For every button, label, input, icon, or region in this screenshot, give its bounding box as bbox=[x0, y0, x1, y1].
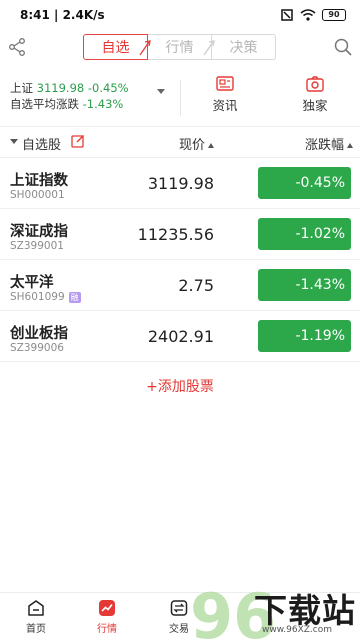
collapse-caret-icon[interactable] bbox=[10, 139, 18, 144]
stock-code: SZ399006 bbox=[10, 342, 64, 354]
exclusive-button[interactable]: 独家 bbox=[285, 76, 345, 114]
stock-change-badge[interactable]: -1.19% bbox=[258, 320, 351, 352]
index-change: -0.45% bbox=[87, 81, 129, 95]
tab-decision-label: 决策 bbox=[229, 40, 258, 56]
share-icon[interactable] bbox=[7, 37, 27, 57]
news-button[interactable]: 资讯 bbox=[195, 76, 255, 114]
tab-market[interactable]: 行情 bbox=[148, 34, 215, 60]
status-icons: 90 bbox=[280, 8, 346, 22]
top-header: 自选 行情 决策 bbox=[0, 32, 360, 62]
sort-icon bbox=[208, 143, 215, 148]
status-time-speed: 8:41 | 2.4K/s bbox=[20, 8, 105, 22]
stock-row[interactable]: 太平洋 SH601099 融 2.75 -1.43% bbox=[0, 260, 360, 311]
alarm-icon bbox=[281, 9, 293, 21]
stock-price: 2.75 bbox=[178, 276, 214, 295]
average-change-line: 自选平均涨跌 -1.43% bbox=[10, 96, 123, 112]
index-value: 3119.98 bbox=[36, 81, 85, 95]
stock-code-with-badge: SH601099 融 bbox=[10, 291, 81, 303]
watchlist-group-label[interactable]: 自选股 bbox=[22, 134, 61, 153]
search-icon[interactable] bbox=[333, 37, 353, 57]
watermark-url: www.96XZ.com bbox=[262, 625, 332, 635]
wifi-icon bbox=[300, 9, 316, 21]
stock-change-badge[interactable]: -1.02% bbox=[258, 218, 351, 250]
stock-code: SH601099 bbox=[10, 291, 65, 303]
news-icon bbox=[216, 76, 234, 91]
index-summary: 上证 3119.98 -0.45% 自选平均涨跌 -1.43% 资讯 独家 bbox=[0, 72, 360, 124]
nav-home-label: 首页 bbox=[26, 624, 46, 635]
stock-change-badge[interactable]: -1.43% bbox=[258, 269, 351, 301]
tab-watchlist-label: 自选 bbox=[101, 40, 130, 56]
stock-row[interactable]: 创业板指 SZ399006 2402.91 -1.19% bbox=[0, 311, 360, 362]
margin-trading-badge: 融 bbox=[68, 291, 81, 303]
stock-name: 上证指数 bbox=[10, 173, 68, 189]
exclusive-label: 独家 bbox=[302, 98, 328, 113]
change-column-header[interactable]: 涨跌幅 bbox=[305, 134, 354, 153]
index-line[interactable]: 上证 3119.98 -0.45% bbox=[10, 80, 129, 96]
price-column-label: 现价 bbox=[179, 138, 206, 153]
stock-code: SH000001 bbox=[10, 189, 65, 201]
tab-watchlist[interactable]: 自选 bbox=[83, 34, 151, 60]
stock-price: 11235.56 bbox=[137, 225, 214, 244]
average-change-label: 自选平均涨跌 bbox=[10, 97, 79, 111]
price-column-header[interactable]: 现价 bbox=[179, 134, 215, 153]
nav-home[interactable]: 首页 bbox=[11, 599, 61, 635]
change-column-label: 涨跌幅 bbox=[305, 138, 345, 153]
stock-code: SZ399001 bbox=[10, 240, 64, 252]
divider bbox=[180, 80, 181, 116]
news-label: 资讯 bbox=[212, 98, 238, 113]
market-chart-icon bbox=[99, 600, 115, 616]
stock-price: 2402.91 bbox=[147, 327, 214, 346]
stock-name: 深证成指 bbox=[10, 224, 68, 240]
stock-row[interactable]: 深证成指 SZ399001 11235.56 -1.02% bbox=[0, 209, 360, 260]
expand-caret-icon[interactable] bbox=[157, 89, 165, 94]
battery-icon: 90 bbox=[322, 9, 346, 21]
status-bar: 8:41 | 2.4K/s 90 bbox=[0, 0, 360, 30]
add-stock-button[interactable]: +添加股票 bbox=[0, 376, 360, 396]
nav-market-label: 行情 bbox=[97, 624, 117, 635]
trade-icon bbox=[170, 600, 188, 616]
edit-icon[interactable] bbox=[71, 134, 85, 148]
nav-trade-label: 交易 bbox=[169, 624, 189, 635]
divider bbox=[0, 361, 360, 362]
index-name: 上证 bbox=[10, 81, 33, 95]
stock-name: 太平洋 bbox=[10, 275, 54, 291]
home-icon bbox=[28, 600, 44, 616]
average-change-value: -1.43% bbox=[82, 97, 124, 111]
tab-market-label: 行情 bbox=[165, 40, 194, 56]
stock-name: 创业板指 bbox=[10, 326, 68, 342]
list-column-header: 自选股 现价 涨跌幅 bbox=[0, 128, 360, 156]
top-tabs: 自选 行情 决策 bbox=[83, 34, 276, 60]
camera-icon bbox=[306, 76, 324, 92]
tab-decision[interactable]: 决策 bbox=[212, 34, 276, 60]
stock-row[interactable]: 上证指数 SH000001 3119.98 -0.45% bbox=[0, 158, 360, 209]
sort-icon bbox=[347, 143, 354, 148]
stock-price: 3119.98 bbox=[147, 174, 214, 193]
divider bbox=[0, 126, 360, 127]
stock-change-badge[interactable]: -0.45% bbox=[258, 167, 351, 199]
nav-market[interactable]: 行情 bbox=[82, 599, 132, 635]
